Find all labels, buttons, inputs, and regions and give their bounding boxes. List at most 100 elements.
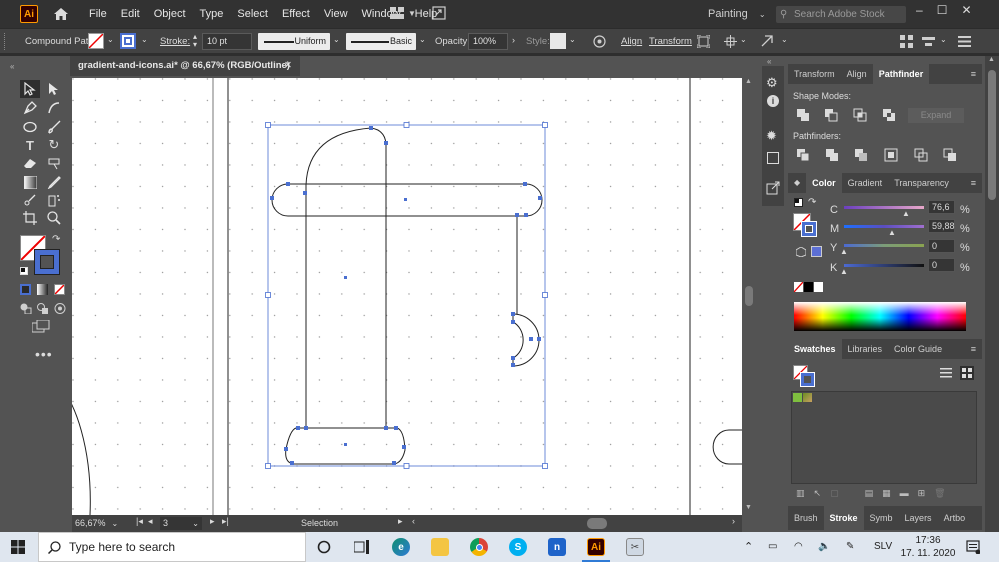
none-color-chip[interactable] — [793, 281, 804, 293]
direct-selection-tool-icon[interactable] — [44, 80, 64, 98]
canvas-artwork[interactable] — [72, 78, 742, 515]
magenta-slider-track[interactable] — [844, 225, 924, 228]
scroll-up-icon[interactable]: ▲ — [988, 56, 995, 63]
notifications-icon[interactable] — [966, 540, 980, 554]
symbol-sprayer-tool-icon[interactable] — [44, 191, 64, 209]
merge-icon[interactable] — [854, 148, 868, 162]
expand-panels-icon[interactable]: « — [767, 57, 771, 66]
color-stroke-box[interactable] — [801, 221, 817, 237]
draw-normal-icon[interactable] — [20, 303, 32, 315]
pen-tool-icon[interactable] — [20, 99, 40, 117]
panel-menu-icon[interactable]: ≡ — [965, 64, 982, 84]
chevron-down-icon[interactable]: ⌄ — [740, 35, 747, 44]
wifi-icon[interactable]: ◠ — [794, 532, 803, 562]
swap-fill-stroke-icon[interactable]: ↷ — [52, 234, 60, 245]
swatch-group-icon[interactable] — [793, 393, 802, 402]
brush-definition-select[interactable]: Basic — [346, 33, 416, 50]
pen-workspace-icon[interactable]: ✎ — [846, 532, 854, 562]
file-explorer-icon[interactable] — [431, 538, 449, 556]
menu-object[interactable]: Object — [147, 0, 193, 28]
transform-icon[interactable] — [724, 35, 737, 48]
export-icon[interactable] — [766, 181, 780, 195]
rotate-tool-icon[interactable]: ↻ — [44, 136, 64, 154]
scroll-left-icon[interactable]: ‹ — [412, 516, 415, 526]
close-icon[interactable]: ✕ — [961, 0, 971, 20]
chevron-right-icon[interactable]: › — [512, 35, 515, 45]
chevron-down-icon[interactable]: ⌄ — [107, 35, 114, 44]
magenta-slider-thumb[interactable]: ▲ — [888, 228, 896, 237]
arrange-panels-icon[interactable] — [900, 35, 913, 48]
black-slider-track[interactable] — [844, 264, 924, 267]
chrome-icon[interactable] — [470, 538, 488, 556]
scroll-down-icon[interactable]: ▼ — [745, 504, 752, 511]
color-mode-icon[interactable] — [20, 284, 31, 295]
shape-builder-tool-icon[interactable] — [44, 154, 64, 172]
black-color-chip[interactable] — [804, 282, 813, 292]
notion-app-icon[interactable]: n — [548, 538, 566, 556]
previous-artboard-icon[interactable]: ◂ — [148, 516, 153, 527]
first-artboard-icon[interactable]: |◂ — [136, 516, 143, 527]
puppet-warp-tool-icon[interactable] — [20, 191, 40, 209]
opacity-input[interactable]: 100% — [468, 33, 508, 50]
gradient-tool-icon[interactable] — [20, 173, 40, 191]
cyan-slider-thumb[interactable]: ▲ — [902, 209, 910, 218]
edge-browser-icon[interactable]: e — [392, 538, 410, 556]
list-view-icon[interactable] — [940, 367, 952, 379]
tab-artboards[interactable]: Artbo — [938, 506, 972, 530]
edit-toolbar-icon[interactable]: ••• — [35, 346, 53, 362]
document-tab[interactable]: gradient-and-icons.ai* @ 66,67% (RGB/Out… — [70, 56, 300, 76]
input-language[interactable]: SLV — [874, 532, 892, 562]
menu-effect[interactable]: Effect — [275, 0, 317, 28]
puppet-warp-icon[interactable] — [760, 34, 774, 48]
panel-scrollbar[interactable]: ▲ — [985, 56, 999, 532]
closest-color-swatch[interactable] — [811, 246, 822, 257]
workspace-switcher[interactable]: Painting ⌄ — [708, 0, 766, 29]
opacity-label[interactable]: Opacity: — [435, 29, 470, 54]
show-kinds-icon[interactable]: ▤ — [865, 488, 874, 502]
swatch-stroke-box[interactable] — [800, 372, 815, 387]
tab-symbols[interactable]: Symb — [864, 506, 899, 530]
tab-transform[interactable]: Transform — [788, 64, 841, 84]
speaker-icon[interactable]: 🔈 — [818, 532, 830, 562]
swatch-options-icon[interactable]: ▦ — [882, 488, 891, 502]
scroll-right-icon[interactable]: › — [732, 516, 735, 526]
chevron-down-icon[interactable]: ⌄ — [141, 35, 148, 44]
tab-layers[interactable]: Layers — [899, 506, 938, 530]
status-menu-icon[interactable]: ▸ — [398, 516, 403, 527]
artboard-tool-icon[interactable] — [20, 209, 40, 227]
cortana-icon[interactable] — [317, 540, 331, 554]
collapse-icon[interactable]: ◆ — [788, 173, 806, 193]
vertical-scrollbar[interactable]: ▲ ▼ — [742, 78, 756, 515]
taskbar-search-box[interactable]: Type here to search — [38, 532, 306, 562]
white-color-chip[interactable] — [814, 282, 823, 292]
tab-stroke[interactable]: Stroke — [823, 506, 864, 530]
show-hidden-icons[interactable]: ⌃ — [744, 532, 753, 562]
scroll-thumb[interactable] — [745, 286, 753, 306]
stroke-profile-select[interactable]: Uniform — [258, 33, 330, 50]
close-tab-icon[interactable]: ✕ — [284, 56, 292, 76]
screen-mode-icon[interactable] — [31, 319, 50, 334]
image-trace-icon[interactable] — [767, 152, 779, 164]
thumbnail-view-icon[interactable] — [960, 366, 974, 380]
place-swatch-icon[interactable]: ↖ — [814, 488, 822, 502]
share-icon[interactable] — [432, 6, 446, 20]
chevron-down-icon[interactable]: ⌄ — [569, 35, 576, 44]
last-artboard-icon[interactable]: ▸| — [222, 516, 229, 527]
crop-icon[interactable] — [884, 148, 898, 162]
grid-layout-icon[interactable] — [390, 7, 404, 19]
yellow-value-input[interactable]: 0 — [928, 239, 955, 253]
swap-fill-stroke-icon[interactable]: ↷ — [808, 197, 816, 208]
gradient-mode-icon[interactable] — [37, 284, 48, 295]
out-of-gamut-icon[interactable] — [796, 247, 806, 257]
fill-swatch[interactable] — [88, 33, 104, 49]
transform-link[interactable]: Transform — [649, 29, 692, 54]
eraser-tool-icon[interactable] — [20, 154, 40, 172]
info-icon[interactable]: i — [767, 95, 779, 107]
chevron-down-icon[interactable]: ⌄ — [781, 35, 788, 44]
artboard-number-input[interactable]: 3 ⌄ — [160, 517, 202, 530]
zoom-tool-icon[interactable] — [44, 209, 64, 227]
graphic-style-swatch[interactable] — [550, 33, 566, 49]
default-colors-icon[interactable] — [20, 267, 28, 275]
exclude-icon[interactable] — [882, 108, 896, 122]
tab-align[interactable]: Align — [841, 64, 873, 84]
